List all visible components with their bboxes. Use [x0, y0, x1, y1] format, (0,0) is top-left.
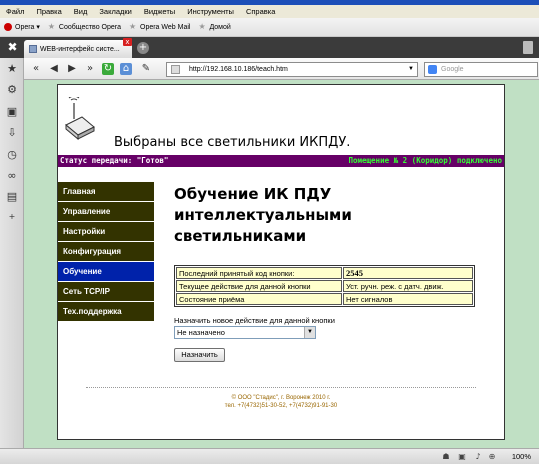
bookmark-label: Сообщество Opera — [58, 23, 121, 31]
zoom-icon[interactable]: ⊕ — [487, 452, 497, 461]
history-panel-icon[interactable]: ◷ — [6, 149, 18, 161]
search-placeholder: Google — [441, 66, 464, 73]
camera-icon[interactable]: ▣ — [457, 452, 467, 461]
address-input[interactable]: http://192.168.10.186/teach.htm ▼ — [166, 62, 418, 77]
star-icon: ★ — [47, 22, 56, 31]
page-viewport: Выбраны все светильники ИКПДУ. Статус пе… — [24, 80, 539, 448]
star-icon: ★ — [129, 22, 137, 31]
edit-icon[interactable]: ✎ — [140, 63, 152, 75]
table-cell-label: Текущее действие для данной кнопки — [176, 280, 342, 292]
bookmark-label: Opera ▾ — [15, 24, 40, 31]
page-icon — [171, 65, 180, 74]
info-panel-icon[interactable]: ▤ — [6, 191, 18, 203]
sidebar-item-configuration[interactable]: Конфигурация — [58, 242, 154, 262]
tab-web-interface[interactable]: WEB-интерфейс систе... — [24, 40, 132, 58]
bookmarks-bar: Opera ▾ ★ Сообщество Opera ★ Opera Web M… — [0, 18, 539, 37]
tab-title: WEB-интерфейс систе... — [40, 45, 120, 53]
table-cell-label: Состояние приёма — [176, 293, 342, 305]
sidebar-item-control[interactable]: Управление — [58, 202, 154, 222]
bookmarks-panel-icon[interactable]: ★ — [6, 63, 18, 75]
bookmark-opera-web-mail[interactable]: ★ Opera Web Mail — [129, 23, 190, 31]
table-cell-value: 2545 — [343, 267, 473, 279]
panel-add-icon[interactable]: + — [6, 211, 18, 223]
ir-device-logo-icon — [65, 97, 95, 141]
search-input[interactable]: Google — [424, 62, 538, 77]
bookmark-home[interactable]: ★ Домой — [198, 23, 230, 31]
sidebar-item-main[interactable]: Главная — [58, 182, 154, 202]
transfer-status-bar: Статус передачи: "Готов" Помещение № 2 (… — [58, 155, 504, 167]
reload-icon[interactable]: ↻ — [102, 63, 114, 75]
rewind-icon[interactable]: « — [30, 63, 42, 75]
action-select[interactable]: Не назначено ▼ — [174, 326, 316, 339]
menu-view[interactable]: Вид — [74, 7, 88, 16]
menu-help[interactable]: Справка — [246, 7, 275, 16]
trash-icon[interactable] — [523, 41, 533, 54]
page-title: Выбраны все светильники ИКПДУ. — [114, 135, 351, 150]
bookmark-label: Opera Web Mail — [140, 23, 191, 31]
address-url: http://192.168.10.186/teach.htm — [189, 66, 288, 73]
tab-close-icon[interactable]: x — [123, 38, 132, 46]
home-icon[interactable]: ⌂ — [120, 63, 132, 75]
table-row: Последний принятый код кнопки: 2545 — [176, 267, 473, 279]
back-icon[interactable]: ◀ — [48, 63, 60, 75]
browser-status-bar: ☗ ▣ ♪ ⊕ 100% — [0, 448, 539, 464]
security-icon[interactable]: ☗ — [441, 452, 451, 461]
zoom-level[interactable]: 100% — [512, 452, 531, 461]
side-panel: ★ ⚙ ▣ ⇩ ◷ ∞ ▤ + — [0, 58, 24, 464]
table-cell-value: Уст. ручн. реж. с датч. движ. — [343, 280, 473, 292]
star-icon: ★ — [198, 22, 206, 31]
assign-button[interactable]: Назначить — [174, 348, 225, 362]
sidebar-item-training[interactable]: Обучение — [58, 262, 154, 282]
chevron-down-icon[interactable]: ▼ — [304, 327, 315, 338]
assign-action-label: Назначить новое действие для данной кноп… — [174, 316, 335, 325]
ir-info-table: Последний принятый код кнопки: 2545 Теку… — [174, 265, 475, 307]
web-page: Выбраны все светильники ИКПДУ. Статус пе… — [57, 84, 505, 440]
bookmark-opera[interactable]: Opera ▾ — [4, 23, 40, 31]
footer-phones: тел. +7(4732)51-30-52, +7(4732)91-91-30 — [224, 403, 338, 409]
notes-panel-icon[interactable]: ▣ — [6, 106, 18, 118]
table-row: Состояние приёма Нет сигналов — [176, 293, 473, 305]
heading-line: светильниками — [174, 227, 307, 245]
menu-bar: Файл Правка Вид Закладки Виджеты Инструм… — [0, 5, 539, 18]
links-panel-icon[interactable]: ∞ — [6, 170, 18, 182]
main-heading: Обучение ИК ПДУ интеллектуальными светил… — [174, 184, 414, 247]
address-bar: « ◀ ▶ » ↻ ⌂ ✎ http://192.168.10.186/teac… — [24, 58, 539, 80]
google-icon — [428, 65, 437, 74]
footer: © ООО "Стадис", г. Воронеж 2010 г. тел. … — [58, 394, 504, 410]
table-cell-label: Последний принятый код кнопки: — [176, 267, 342, 279]
opera-menu-icon[interactable]: ✖ — [4, 40, 21, 55]
heading-line: Обучение ИК ПДУ — [174, 185, 332, 203]
action-select-value: Не назначено — [177, 328, 225, 337]
room-status: Помещение № 2 (Коридор) подключено — [348, 156, 502, 165]
fast-forward-icon[interactable]: » — [84, 63, 96, 75]
widgets-panel-icon[interactable]: ⚙ — [6, 84, 18, 96]
tab-bar: ✖ WEB-интерфейс систе... x + — [0, 37, 539, 58]
chevron-down-icon[interactable]: ▼ — [408, 63, 414, 76]
bookmark-opera-community[interactable]: ★ Сообщество Opera — [48, 23, 121, 31]
table-cell-value: Нет сигналов — [343, 293, 473, 305]
sidebar-nav: Главная Управление Настройки Конфигураци… — [58, 182, 154, 322]
footer-divider — [86, 387, 476, 388]
table-row: Текущее действие для данной кнопки Уст. … — [176, 280, 473, 292]
transfer-status: Статус передачи: "Готов" — [60, 156, 169, 165]
bookmark-label: Домой — [209, 23, 231, 31]
menu-widgets[interactable]: Виджеты — [144, 7, 175, 16]
menu-tools[interactable]: Инструменты — [187, 7, 234, 16]
menu-edit[interactable]: Правка — [36, 7, 61, 16]
page-favicon-icon — [29, 45, 37, 53]
sidebar-item-settings[interactable]: Настройки — [58, 222, 154, 242]
forward-icon[interactable]: ▶ — [66, 63, 78, 75]
transfers-panel-icon[interactable]: ⇩ — [6, 127, 18, 139]
new-tab-icon[interactable]: + — [137, 42, 149, 54]
menu-bookmarks[interactable]: Закладки — [99, 7, 131, 16]
sidebar-item-support[interactable]: Тех.поддержка — [58, 302, 154, 322]
speaker-icon[interactable]: ♪ — [473, 452, 483, 461]
heading-line: интеллектуальными — [174, 206, 352, 224]
opera-icon — [4, 23, 12, 31]
menu-file[interactable]: Файл — [6, 7, 24, 16]
sidebar-item-network[interactable]: Сеть TCP/IP — [58, 282, 154, 302]
footer-copyright: © ООО "Стадис", г. Воронеж 2010 г. — [231, 395, 331, 401]
